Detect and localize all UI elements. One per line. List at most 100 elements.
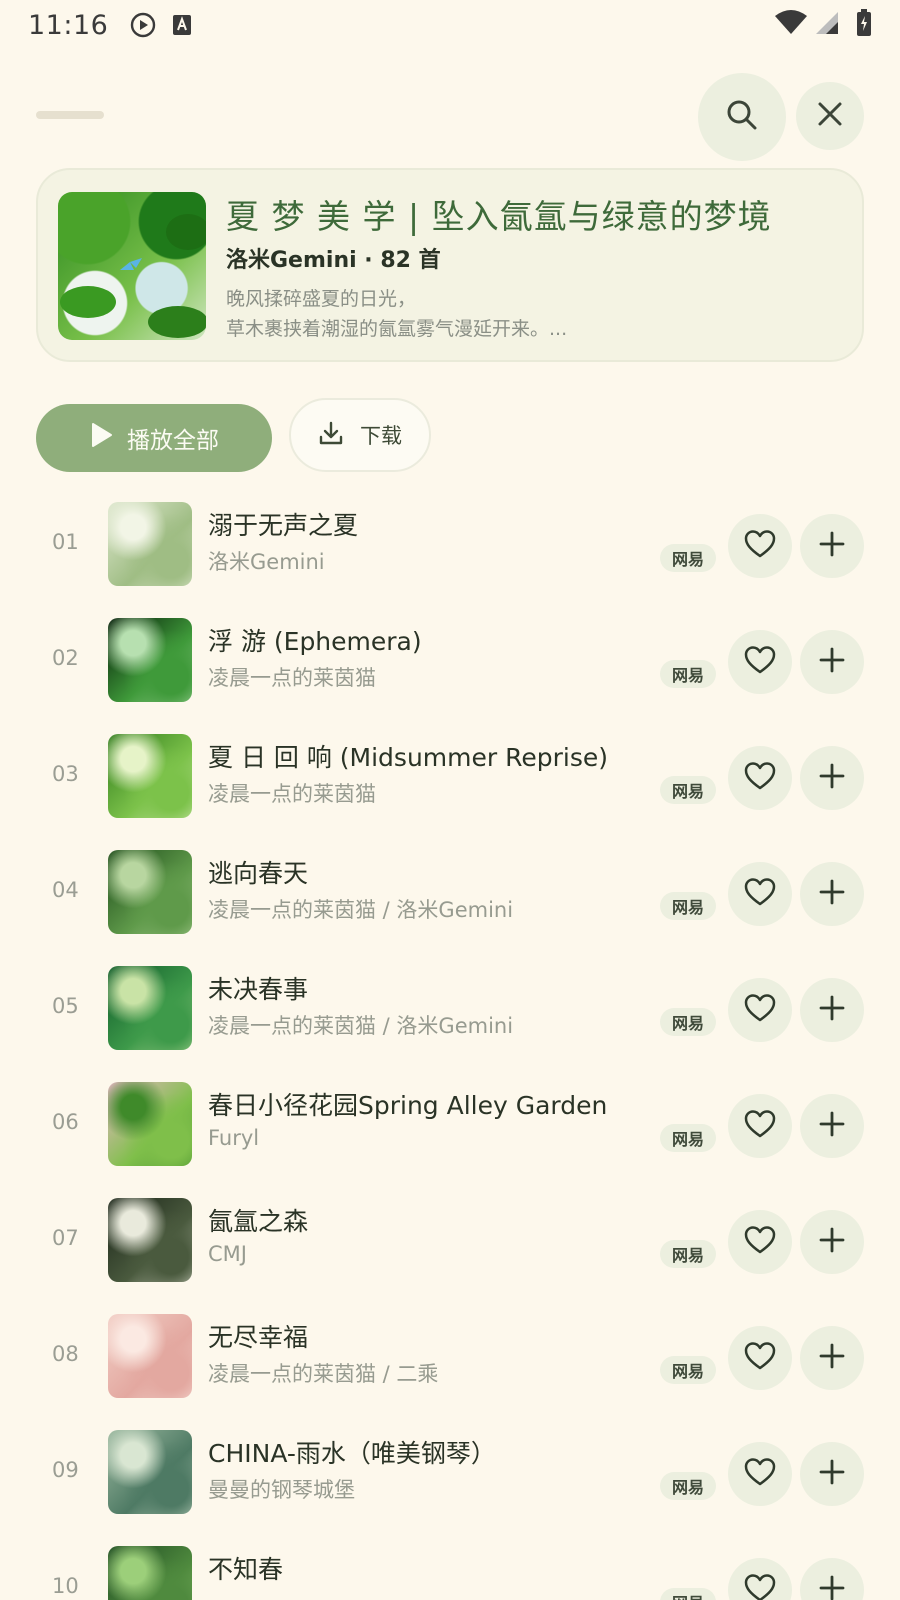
song-title: 逃向春天 bbox=[208, 859, 309, 888]
add-to-queue-button[interactable] bbox=[800, 978, 864, 1042]
song-row[interactable]: 06 春日小径花园Spring Alley Garden Furyl 网易 bbox=[0, 1068, 900, 1184]
add-to-queue-button[interactable] bbox=[800, 862, 864, 926]
add-to-queue-button[interactable] bbox=[800, 1210, 864, 1274]
like-button[interactable] bbox=[728, 746, 792, 810]
plus-icon bbox=[819, 1575, 845, 1600]
play-all-label: 播放全部 bbox=[127, 428, 219, 454]
song-number: 06 bbox=[52, 1110, 79, 1134]
song-title: 浮 游 (Ephemera) bbox=[208, 627, 422, 656]
add-to-queue-button[interactable] bbox=[800, 1094, 864, 1158]
search-icon bbox=[725, 98, 759, 136]
source-badge: 网易 bbox=[660, 1124, 716, 1152]
song-row[interactable]: 02 浮 游 (Ephemera) 凌晨一点的莱茵猫 网易 bbox=[0, 604, 900, 720]
like-button[interactable] bbox=[728, 862, 792, 926]
song-cover bbox=[108, 1198, 192, 1282]
heart-icon bbox=[744, 1573, 776, 1600]
play-all-button[interactable]: 播放全部 bbox=[36, 404, 272, 472]
source-badge: 网易 bbox=[660, 660, 716, 688]
heart-icon bbox=[744, 529, 776, 563]
search-button[interactable] bbox=[698, 73, 786, 161]
song-artist: Furyl bbox=[208, 1126, 260, 1150]
song-artist: 曼曼的钢琴城堡 bbox=[208, 1478, 355, 1502]
download-button[interactable]: 下载 bbox=[289, 398, 431, 472]
song-cover bbox=[108, 502, 192, 586]
song-cover bbox=[108, 966, 192, 1050]
like-button[interactable] bbox=[728, 1094, 792, 1158]
battery-icon bbox=[856, 9, 872, 41]
heart-icon bbox=[744, 1109, 776, 1143]
status-bar: 11:16 bbox=[0, 0, 900, 50]
song-artist: 洛米Gemini bbox=[208, 550, 325, 574]
add-to-queue-button[interactable] bbox=[800, 514, 864, 578]
like-button[interactable] bbox=[728, 630, 792, 694]
heart-icon bbox=[744, 1225, 776, 1259]
playlist-meta: 洛米Gemini · 82 首 bbox=[226, 248, 441, 273]
download-label: 下载 bbox=[360, 424, 402, 448]
song-number: 05 bbox=[52, 994, 79, 1018]
song-row[interactable]: 07 氤氲之森 CMJ 网易 bbox=[0, 1184, 900, 1300]
song-title: 氤氲之森 bbox=[208, 1207, 309, 1236]
song-cover bbox=[108, 1314, 192, 1398]
like-button[interactable] bbox=[728, 1558, 792, 1600]
plus-icon bbox=[819, 1343, 845, 1373]
add-to-queue-button[interactable] bbox=[800, 630, 864, 694]
heart-icon bbox=[744, 877, 776, 911]
song-title: 春日小径花园Spring Alley Garden bbox=[208, 1091, 608, 1120]
plus-icon bbox=[819, 1227, 845, 1257]
source-badge: 网易 bbox=[660, 1472, 716, 1500]
download-icon bbox=[318, 420, 344, 451]
heart-icon bbox=[744, 993, 776, 1027]
add-to-queue-button[interactable] bbox=[800, 1326, 864, 1390]
song-number: 01 bbox=[52, 530, 79, 554]
source-badge: 网易 bbox=[660, 892, 716, 920]
close-icon bbox=[816, 100, 844, 132]
song-title: 未决春事 bbox=[208, 975, 309, 1004]
song-cover bbox=[108, 1082, 192, 1166]
song-row[interactable]: 05 未决春事凌晨一点的莱茵猫 / 洛米Gemini 网易 bbox=[0, 952, 900, 1068]
source-badge: 网易 bbox=[660, 1240, 716, 1268]
song-cover bbox=[108, 618, 192, 702]
playlist-description: 晚风揉碎盛夏的日光， 草木裹挟着潮湿的氤氲雾气漫延开来。... bbox=[226, 284, 567, 344]
playlist-cover bbox=[58, 192, 206, 340]
song-title: 不知春 bbox=[208, 1555, 284, 1584]
song-title: 夏 日 回 响 (Midsummer Reprise) bbox=[208, 743, 608, 772]
song-artist: CMJ bbox=[208, 1242, 247, 1266]
song-artist: 凌晨一点的莱茵猫 bbox=[208, 782, 376, 806]
song-title: 无尽幸福 bbox=[208, 1323, 309, 1352]
song-number: 02 bbox=[52, 646, 79, 670]
plus-icon bbox=[819, 1459, 845, 1489]
heart-icon bbox=[744, 645, 776, 679]
like-button[interactable] bbox=[728, 514, 792, 578]
heart-icon bbox=[744, 1341, 776, 1375]
plus-icon bbox=[819, 647, 845, 677]
close-button[interactable] bbox=[796, 82, 864, 150]
song-row[interactable]: 10 不知春网易 bbox=[0, 1532, 900, 1600]
song-row[interactable]: 08 无尽幸福 凌晨一点的莱茵猫 / 二乘 网易 bbox=[0, 1300, 900, 1416]
song-number: 04 bbox=[52, 878, 79, 902]
add-to-queue-button[interactable] bbox=[800, 1442, 864, 1506]
source-badge: 网易 bbox=[660, 1008, 716, 1036]
plus-icon bbox=[819, 995, 845, 1025]
song-artist: 凌晨一点的莱茵猫 / 洛米Gemini bbox=[208, 1014, 514, 1038]
like-button[interactable] bbox=[728, 1442, 792, 1506]
song-row[interactable]: 09 CHINA-雨水（唯美钢琴） 曼曼的钢琴城堡 网易 bbox=[0, 1416, 900, 1532]
add-to-queue-button[interactable] bbox=[800, 746, 864, 810]
song-artist: 凌晨一点的莱茵猫 / 洛米Gemini bbox=[208, 898, 514, 922]
song-row[interactable]: 01 溺于无声之夏洛米Gemini 网易 bbox=[0, 488, 900, 604]
like-button[interactable] bbox=[728, 978, 792, 1042]
heart-icon bbox=[744, 1457, 776, 1491]
song-title: 溺于无声之夏 bbox=[208, 511, 359, 540]
like-button[interactable] bbox=[728, 1326, 792, 1390]
song-row[interactable]: 03 夏 日 回 响 (Midsummer Reprise) 凌晨一点的莱茵猫 网易 bbox=[0, 720, 900, 836]
source-badge: 网易 bbox=[660, 544, 716, 572]
add-to-queue-button[interactable] bbox=[800, 1558, 864, 1600]
description-line: 晚风揉碎盛夏的日光， bbox=[226, 288, 417, 310]
song-cover bbox=[108, 1546, 192, 1600]
drag-handle[interactable] bbox=[36, 111, 104, 119]
status-time: 11:16 bbox=[28, 9, 109, 41]
plus-icon bbox=[819, 1111, 845, 1141]
play-icon bbox=[89, 422, 113, 454]
like-button[interactable] bbox=[728, 1210, 792, 1274]
song-row[interactable]: 04 逃向春天凌晨一点的莱茵猫 / 洛米Gemini 网易 bbox=[0, 836, 900, 952]
keyboard-status-icon bbox=[172, 14, 192, 36]
